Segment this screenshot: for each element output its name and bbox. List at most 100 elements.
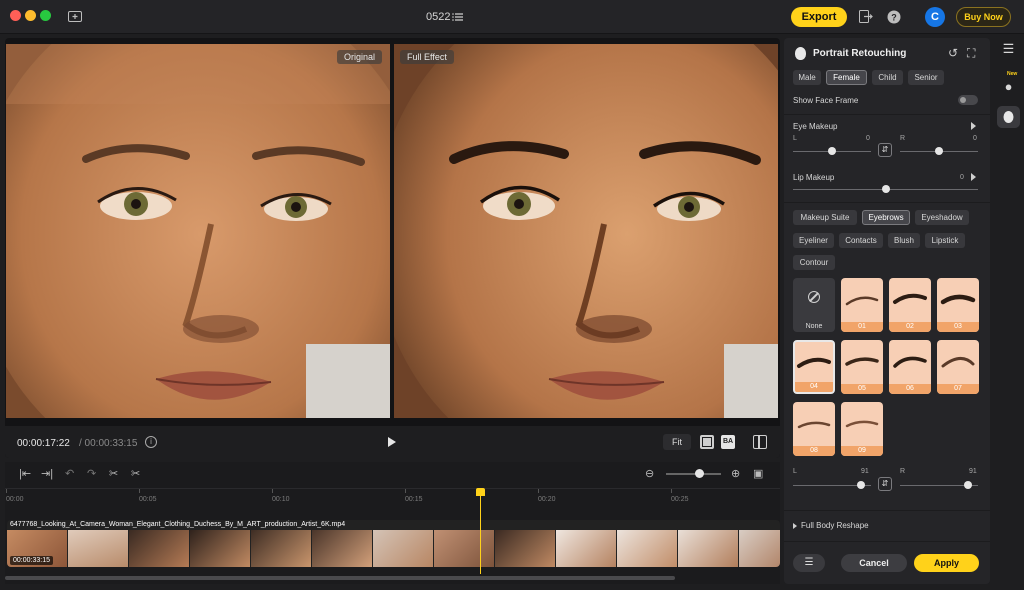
- compare-view-icon[interactable]: BA: [721, 435, 735, 449]
- show-face-frame-toggle[interactable]: [958, 95, 978, 105]
- expand-eye-makeup-icon[interactable]: [971, 122, 976, 130]
- intensity-right-slider-thumb[interactable]: [964, 481, 972, 489]
- cancel-button[interactable]: Cancel: [841, 554, 907, 572]
- export-button[interactable]: Export: [791, 7, 847, 27]
- fit-button[interactable]: Fit: [663, 434, 691, 450]
- layers-icon[interactable]: ☰: [997, 38, 1020, 60]
- original-photo[interactable]: Original: [6, 44, 390, 418]
- close-window-button[interactable]: [10, 10, 21, 21]
- eyebrow-style-label: 05: [841, 384, 883, 394]
- eyebrow-style-card[interactable]: 01: [841, 278, 883, 332]
- link-sliders-icon[interactable]: ⇵: [878, 143, 892, 157]
- play-icon[interactable]: [388, 437, 396, 447]
- gender-female-chip[interactable]: Female: [826, 70, 867, 85]
- redo-icon[interactable]: ↷: [87, 467, 96, 480]
- layers-button[interactable]: ☰: [793, 554, 825, 572]
- undo-icon[interactable]: ↶: [65, 467, 74, 480]
- buy-now-button[interactable]: Buy Now: [956, 7, 1011, 27]
- ruler-tick: [6, 489, 7, 493]
- eye-left-value: 0: [866, 135, 870, 142]
- lip-makeup-slider-thumb[interactable]: [882, 185, 890, 193]
- face-icon: [795, 47, 806, 60]
- zoom-in-icon[interactable]: ⊕: [731, 467, 740, 480]
- eyebrow-style-card[interactable]: 09: [841, 402, 883, 456]
- timeline-scrollbar[interactable]: [5, 576, 675, 580]
- gender-male-chip[interactable]: Male: [793, 70, 821, 85]
- apply-button[interactable]: Apply: [914, 554, 979, 572]
- portrait-icon[interactable]: [997, 106, 1020, 128]
- jump-end-icon[interactable]: ⇥|: [41, 467, 53, 480]
- help-icon[interactable]: ?: [887, 10, 901, 27]
- clip-name: 6477768_Looking_At_Camera_Woman_Elegant_…: [10, 521, 346, 528]
- zoom-slider-thumb[interactable]: [695, 469, 704, 478]
- eyebrow-style-card[interactable]: 02: [889, 278, 931, 332]
- expand-lip-makeup-icon[interactable]: [971, 173, 976, 181]
- face-detect-icon[interactable]: ⛶: [967, 46, 975, 61]
- split-view-icon[interactable]: [753, 435, 767, 449]
- category-blush[interactable]: Blush: [888, 233, 920, 248]
- jump-start-icon[interactable]: |⇤: [19, 467, 31, 480]
- intensity-right-label: R: [900, 468, 906, 475]
- ruler-tick: [272, 489, 273, 493]
- minimize-window-button[interactable]: [25, 10, 36, 21]
- trim-scissors-icon[interactable]: ✂: [131, 467, 140, 480]
- clip-thumbnail: [739, 530, 780, 567]
- reset-icon[interactable]: ↺: [948, 46, 958, 60]
- share-icon[interactable]: [859, 10, 873, 26]
- eyebrow-style-card[interactable]: 06: [889, 340, 931, 394]
- single-view-icon[interactable]: [700, 435, 714, 449]
- eyebrow-style-card[interactable]: 08: [793, 402, 835, 456]
- panel-title: Portrait Retouching: [813, 48, 907, 59]
- category-makeup-suite[interactable]: Makeup Suite: [793, 210, 857, 225]
- clip-thumbnail: [617, 530, 678, 567]
- intensity-left-label: L: [793, 468, 797, 475]
- eyebrow-style-label: 06: [889, 384, 931, 394]
- full-effect-photo[interactable]: Full Effect: [394, 44, 778, 418]
- ruler-tick-label: 00:00: [6, 496, 24, 503]
- clip-thumbnails: [7, 530, 780, 567]
- zoom-window-button[interactable]: [40, 10, 51, 21]
- eyebrow-style-label: 02: [889, 322, 931, 332]
- clip-thumbnail: [495, 530, 556, 567]
- eyebrow-style-card[interactable]: 05: [841, 340, 883, 394]
- full-body-reshape-label[interactable]: Full Body Reshape: [801, 521, 869, 530]
- time-ruler[interactable]: 00:00 00:05 00:10 00:15 00:20 00:25: [5, 488, 780, 506]
- category-eyeshadow[interactable]: Eyeshadow: [915, 210, 969, 225]
- category-eyebrows[interactable]: Eyebrows: [862, 210, 910, 225]
- ruler-tick: [405, 489, 406, 493]
- info-icon[interactable]: i: [145, 436, 157, 448]
- eyebrow-style-card-selected[interactable]: 04: [793, 340, 835, 394]
- category-lipstick[interactable]: Lipstick: [925, 233, 965, 248]
- playhead-handle[interactable]: [476, 488, 485, 496]
- intensity-left-slider-thumb[interactable]: [857, 481, 865, 489]
- palette-icon[interactable]: ●: [997, 76, 1020, 98]
- eyebrow-style-card[interactable]: 07: [937, 340, 979, 394]
- clip-duration: 00:00:33:15: [10, 556, 53, 565]
- ruler-tick-label: 00:05: [139, 496, 157, 503]
- video-clip[interactable]: 6477768_Looking_At_Camera_Woman_Elegant_…: [7, 520, 780, 567]
- new-project-icon[interactable]: [68, 10, 82, 25]
- gender-senior-chip[interactable]: Senior: [908, 70, 944, 85]
- category-contour[interactable]: Contour: [793, 255, 835, 270]
- avatar[interactable]: C: [925, 7, 945, 27]
- category-contacts[interactable]: Contacts: [839, 233, 883, 248]
- eye-makeup-label: Eye Makeup: [793, 122, 838, 131]
- link-intensity-icon[interactable]: ⇵: [878, 477, 892, 491]
- zoom-slider-track[interactable]: [666, 473, 721, 475]
- zoom-out-icon[interactable]: ⊖: [645, 467, 654, 480]
- eye-left-slider-thumb[interactable]: [828, 147, 836, 155]
- playhead[interactable]: [480, 492, 481, 574]
- project-list-icon[interactable]: [452, 10, 464, 22]
- eyebrow-style-label: 03: [937, 322, 979, 332]
- clip-thumbnail: [251, 530, 312, 567]
- category-eyeliner[interactable]: Eyeliner: [793, 233, 834, 248]
- eye-right-slider-thumb[interactable]: [935, 147, 943, 155]
- fit-timeline-icon[interactable]: ▣: [753, 467, 763, 480]
- divider: [784, 202, 990, 203]
- eyebrow-style-card[interactable]: 03: [937, 278, 979, 332]
- split-scissors-icon[interactable]: ✂: [109, 467, 118, 480]
- clip-thumbnail: [190, 530, 251, 567]
- gender-child-chip[interactable]: Child: [872, 70, 903, 85]
- style-none-card[interactable]: None: [793, 278, 835, 332]
- expand-full-body-icon[interactable]: [793, 523, 797, 529]
